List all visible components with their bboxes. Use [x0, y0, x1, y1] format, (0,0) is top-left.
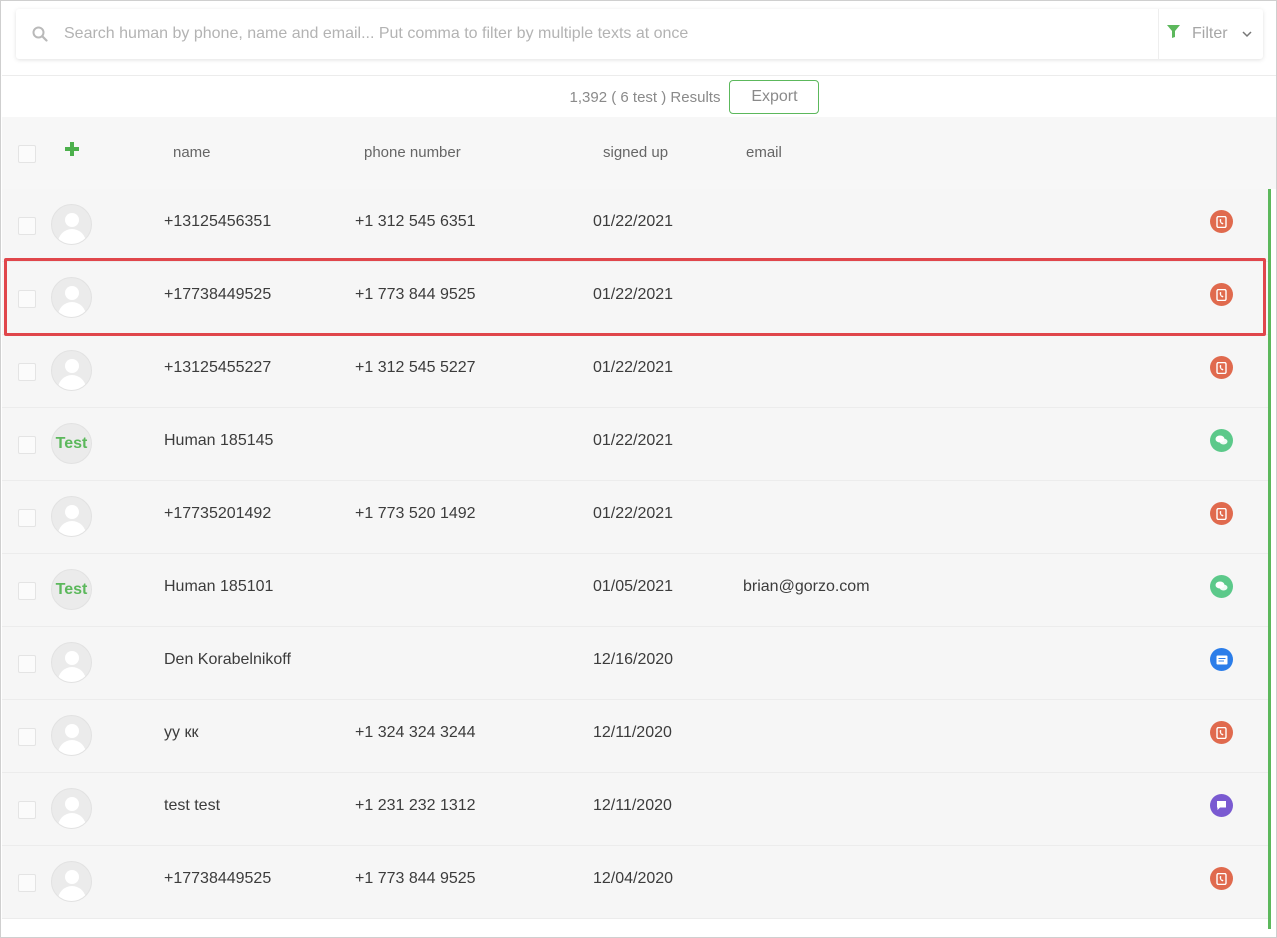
avatar-test-badge: Test: [51, 569, 92, 610]
row-signed-up: 12/11/2020: [593, 724, 672, 741]
avatar-user-icon: [51, 350, 92, 391]
row-signed-up: 12/11/2020: [593, 797, 672, 814]
chevron-down-icon: [1242, 25, 1252, 43]
plus-icon: [65, 142, 79, 156]
results-bar: 1,392 ( 6 test ) Results Export: [1, 80, 1276, 114]
test-badge-label: Test: [55, 434, 88, 452]
row-signed-up: 01/22/2021: [593, 432, 674, 449]
row-name: +17738449525: [164, 870, 272, 887]
avatar-user-icon: [51, 204, 92, 245]
row-signed-up: 12/16/2020: [593, 651, 674, 668]
results-count: 1,392 ( 6 test ) Results: [569, 88, 721, 106]
column-header-name[interactable]: name: [173, 144, 211, 161]
row-checkbox[interactable]: [18, 290, 36, 308]
row-phone: +1 324 324 3244: [355, 724, 476, 741]
row-signed-up: 01/05/2021: [593, 578, 674, 595]
row-signed-up: 01/22/2021: [593, 286, 674, 303]
people-table-body: +13125456351 +1 312 545 6351 01/22/2021 +17…: [2, 189, 1268, 919]
row-checkbox[interactable]: [18, 874, 36, 892]
search-bar: Filter: [16, 9, 1263, 59]
column-header-email[interactable]: email: [746, 144, 782, 161]
row-checkbox[interactable]: [18, 363, 36, 381]
row-name: уу кк: [164, 724, 199, 741]
row-checkbox[interactable]: [18, 217, 36, 235]
row-signed-up: 01/22/2021: [593, 213, 674, 230]
test-badge-label: Test: [55, 580, 88, 598]
row-signed-up: 01/22/2021: [593, 505, 674, 522]
scrollbar[interactable]: [1268, 189, 1271, 929]
row-phone: +1 312 545 6351: [355, 213, 476, 230]
table-row[interactable]: Test Human 185101 01/05/2021 brian@gorzo.co…: [2, 554, 1268, 627]
row-name: Human 185101: [164, 578, 274, 595]
channel-email-icon[interactable]: [1210, 648, 1233, 671]
row-name: +13125455227: [164, 359, 272, 376]
row-checkbox[interactable]: [18, 509, 36, 527]
row-phone: +1 231 232 1312: [355, 797, 476, 814]
table-row[interactable]: +17738449525 +1 773 844 9525 12/04/2020: [2, 846, 1268, 919]
filter-icon: [1167, 25, 1180, 43]
channel-chat-icon[interactable]: [1210, 429, 1233, 452]
avatar-user-icon: [51, 277, 92, 318]
channel-chat-icon[interactable]: [1210, 575, 1233, 598]
row-checkbox[interactable]: [18, 728, 36, 746]
avatar-user-icon: [51, 788, 92, 829]
table-row[interactable]: +13125455227 +1 312 545 5227 01/22/2021: [2, 335, 1268, 408]
filter-label: Filter: [1192, 25, 1228, 42]
row-name: +17735201492: [164, 505, 272, 522]
channel-message-icon[interactable]: [1210, 794, 1233, 817]
channel-phone-icon[interactable]: [1210, 721, 1233, 744]
select-all-checkbox[interactable]: [18, 145, 36, 163]
table-row[interactable]: test test +1 231 232 1312 12/11/2020: [2, 773, 1268, 846]
row-checkbox[interactable]: [18, 655, 36, 673]
search-icon: [16, 9, 64, 59]
row-checkbox[interactable]: [18, 436, 36, 454]
avatar-test-badge: Test: [51, 423, 92, 464]
channel-phone-icon[interactable]: [1210, 210, 1233, 233]
row-checkbox[interactable]: [18, 582, 36, 600]
avatar-user-icon: [51, 715, 92, 756]
row-phone: +1 773 844 9525: [355, 870, 476, 887]
row-name: Den Korabelnikoff: [164, 651, 291, 668]
row-name: Human 185145: [164, 432, 274, 449]
filter-button[interactable]: Filter: [1158, 9, 1263, 59]
table-row[interactable]: Den Korabelnikoff 12/16/2020: [2, 627, 1268, 700]
table-row[interactable]: +17735201492 +1 773 520 1492 01/22/2021: [2, 481, 1268, 554]
row-email: brian@gorzo.com: [743, 578, 870, 595]
avatar-user-icon: [51, 642, 92, 683]
row-name: +17738449525: [164, 286, 272, 303]
row-phone: +1 773 844 9525: [355, 286, 476, 303]
add-human-button[interactable]: [64, 141, 80, 157]
table-row[interactable]: Test Human 185145 01/22/2021: [2, 408, 1268, 481]
table-header: name phone number signed up email: [2, 117, 1276, 189]
table-row[interactable]: уу кк +1 324 324 3244 12/11/2020: [2, 700, 1268, 773]
row-phone: +1 773 520 1492: [355, 505, 476, 522]
avatar-user-icon: [51, 861, 92, 902]
table-row[interactable]: +17738449525 +1 773 844 9525 01/22/2021: [2, 262, 1268, 335]
row-name: test test: [164, 797, 221, 814]
row-signed-up: 12/04/2020: [593, 870, 674, 887]
channel-phone-icon[interactable]: [1210, 283, 1233, 306]
channel-phone-icon[interactable]: [1210, 356, 1233, 379]
divider: [2, 75, 1276, 76]
row-name: +13125456351: [164, 213, 272, 230]
search-input[interactable]: [64, 9, 1158, 59]
table-row[interactable]: +13125456351 +1 312 545 6351 01/22/2021: [2, 189, 1268, 262]
column-header-phone[interactable]: phone number: [364, 144, 461, 161]
channel-phone-icon[interactable]: [1210, 502, 1233, 525]
avatar-user-icon: [51, 496, 92, 537]
export-button[interactable]: Export: [729, 80, 820, 114]
row-phone: +1 312 545 5227: [355, 359, 476, 376]
column-header-signed-up[interactable]: signed up: [603, 144, 668, 161]
row-checkbox[interactable]: [18, 801, 36, 819]
channel-phone-icon[interactable]: [1210, 867, 1233, 890]
people-list-window: Filter 1,392 ( 6 test ) Results Export n…: [0, 0, 1277, 938]
row-signed-up: 01/22/2021: [593, 359, 674, 376]
